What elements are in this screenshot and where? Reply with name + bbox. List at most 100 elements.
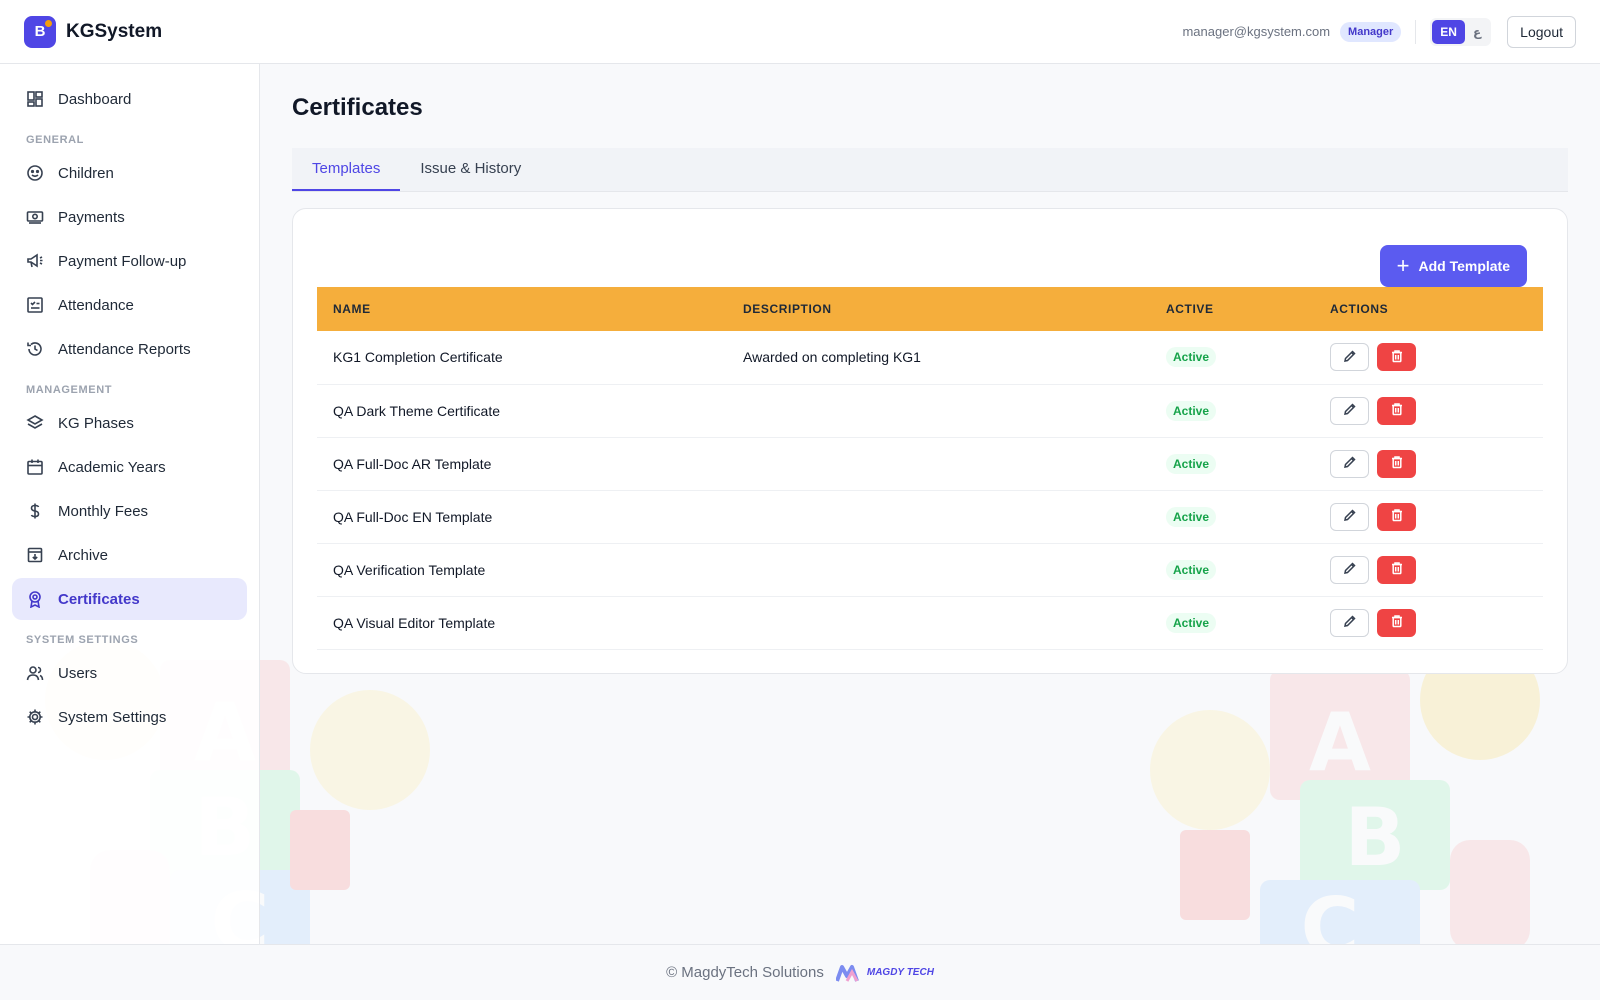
main-content: Certificates Templates Issue & History +… xyxy=(260,64,1600,944)
magdytech-logo-mark-icon xyxy=(835,964,859,982)
card-toolbar: + Add Template xyxy=(317,245,1527,287)
checklist-icon xyxy=(26,296,44,314)
section-label-system-settings: SYSTEM SETTINGS xyxy=(26,634,139,646)
sidebar-item-archive[interactable]: Archive xyxy=(12,534,247,576)
megaphone-icon xyxy=(26,252,44,270)
template-name: QA Verification Template xyxy=(317,543,727,597)
magdytech-logo: MAGDY TECH xyxy=(835,964,934,982)
sidebar-item-attendance[interactable]: Attendance xyxy=(12,284,247,326)
delete-button[interactable] xyxy=(1377,396,1416,425)
sidebar-item-label: Users xyxy=(58,664,98,682)
sidebar-item-system-settings[interactable]: System Settings xyxy=(12,696,247,738)
magdytech-logo-text: MAGDY TECH xyxy=(866,967,934,978)
pencil-icon xyxy=(1343,561,1357,578)
lang-en-button[interactable]: EN xyxy=(1432,19,1465,44)
trash-icon xyxy=(1390,614,1404,631)
template-active-cell: Active xyxy=(1150,437,1314,491)
template-actions-cell xyxy=(1314,543,1543,597)
template-description xyxy=(727,543,1150,597)
delete-button[interactable] xyxy=(1377,449,1416,478)
sidebar-item-label: Archive xyxy=(58,546,109,564)
template-name: QA Full-Doc AR Template xyxy=(317,437,727,491)
header-user-area: manager@kgsystem.com Manager EN ع Logout xyxy=(1182,15,1576,48)
edit-button[interactable] xyxy=(1330,555,1369,584)
status-badge: Active xyxy=(1166,559,1217,580)
sidebar-item-certificates[interactable]: Certificates xyxy=(12,578,247,620)
dollar-icon xyxy=(26,502,44,520)
delete-button[interactable] xyxy=(1377,555,1416,584)
award-icon xyxy=(26,590,44,608)
sidebar-item-payments[interactable]: Payments xyxy=(12,196,247,238)
brand[interactable]: B KGSystem xyxy=(24,15,162,48)
delete-button[interactable] xyxy=(1377,608,1416,637)
edit-button[interactable] xyxy=(1330,449,1369,478)
tab-templates[interactable]: Templates xyxy=(292,148,401,191)
top-header: B KGSystem manager@kgsystem.com Manager … xyxy=(0,0,1600,64)
row-actions xyxy=(1330,343,1527,372)
brand-logo-dot xyxy=(45,19,52,27)
sidebar-item-label: Certificates xyxy=(58,590,140,608)
delete-button[interactable] xyxy=(1377,343,1416,372)
sidebar-item-attendance-reports[interactable]: Attendance Reports xyxy=(12,328,247,370)
template-name: QA Dark Theme Certificate xyxy=(317,384,727,438)
sidebar-item-academic-years[interactable]: Academic Years xyxy=(12,446,247,488)
sidebar-item-users[interactable]: Users xyxy=(12,652,247,694)
trash-icon xyxy=(1390,402,1404,419)
lang-ar-button[interactable]: ع xyxy=(1465,20,1489,44)
template-active-cell: Active xyxy=(1150,384,1314,438)
tab-issue-history[interactable]: Issue & History xyxy=(400,148,541,191)
sidebar-item-label: Attendance Reports xyxy=(58,340,191,358)
sidebar-item-dashboard[interactable]: Dashboard xyxy=(12,78,247,120)
add-template-label: Add Template xyxy=(1418,258,1510,274)
user-email: manager@kgsystem.com xyxy=(1182,24,1331,39)
column-header-active: ACTIVE xyxy=(1166,302,1214,316)
sidebar-item-label: Payment Follow-up xyxy=(58,252,187,270)
template-description: Awarded on completing KG1 xyxy=(727,331,1150,385)
calendar-icon xyxy=(26,458,44,476)
table-row: QA Visual Editor Template Active xyxy=(317,596,1543,650)
table-body: KG1 Completion Certificate Awarded on com… xyxy=(317,331,1543,650)
dashboard-icon xyxy=(26,90,44,108)
table-row: QA Full-Doc AR Template Active xyxy=(317,437,1543,491)
template-name: QA Visual Editor Template xyxy=(317,596,727,650)
users-icon xyxy=(26,664,44,682)
add-template-button[interactable]: + Add Template xyxy=(1379,245,1527,287)
template-description xyxy=(727,490,1150,544)
smile-icon xyxy=(26,164,44,182)
history-icon xyxy=(26,340,44,358)
sidebar-item-children[interactable]: Children xyxy=(12,152,247,194)
status-badge: Active xyxy=(1166,612,1217,633)
template-description xyxy=(727,437,1150,491)
column-header-description: DESCRIPTION xyxy=(743,302,832,316)
sidebar-item-label: System Settings xyxy=(58,708,167,726)
sidebar-item-label: Dashboard xyxy=(58,90,132,108)
status-badge: Active xyxy=(1166,453,1217,474)
sidebar-item-label: Academic Years xyxy=(58,458,166,476)
layers-icon xyxy=(26,414,44,432)
templates-card: + Add Template NAME DESCRIPTION ACTIVE A… xyxy=(292,208,1568,674)
pencil-icon xyxy=(1343,455,1357,472)
edit-button[interactable] xyxy=(1330,343,1369,372)
template-active-cell: Active xyxy=(1150,543,1314,597)
sidebar-item-label: KG Phases xyxy=(58,414,134,432)
edit-button[interactable] xyxy=(1330,608,1369,637)
language-switcher: EN ع xyxy=(1430,17,1492,46)
trash-icon xyxy=(1390,455,1404,472)
sidebar-item-label: Monthly Fees xyxy=(58,502,149,520)
archive-icon xyxy=(26,546,44,564)
section-label-general: GENERAL xyxy=(26,134,84,146)
template-actions-cell xyxy=(1314,490,1543,544)
sidebar-item-kg-phases[interactable]: KG Phases xyxy=(12,402,247,444)
edit-button[interactable] xyxy=(1330,396,1369,425)
delete-button[interactable] xyxy=(1377,502,1416,531)
sidebar: Dashboard GENERAL Children Payments Paym… xyxy=(0,64,260,944)
row-actions xyxy=(1330,608,1527,637)
logout-button[interactable]: Logout xyxy=(1507,15,1576,48)
role-badge: Manager xyxy=(1340,21,1402,42)
status-badge: Active xyxy=(1166,347,1217,368)
sidebar-item-payment-followup[interactable]: Payment Follow-up xyxy=(12,240,247,282)
brand-logo: B xyxy=(24,15,56,48)
sidebar-item-monthly-fees[interactable]: Monthly Fees xyxy=(12,490,247,532)
edit-button[interactable] xyxy=(1330,502,1369,531)
status-badge: Active xyxy=(1166,400,1217,421)
